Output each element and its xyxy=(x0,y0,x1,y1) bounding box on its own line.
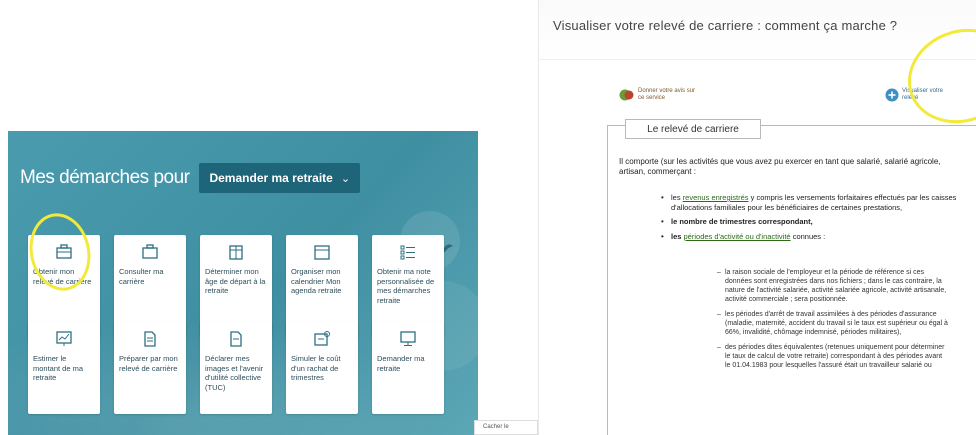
demarche-dropdown[interactable]: Demander ma retraite ⌄ xyxy=(199,163,361,193)
panel-title: Visualiser votre relevé de carriere : co… xyxy=(553,18,898,33)
list-icon xyxy=(400,245,415,260)
chart-icon xyxy=(56,331,72,346)
releve-contents-list: les revenus enregistrés y compris les ve… xyxy=(661,193,961,246)
corner-toggle[interactable]: Cacher le xyxy=(474,420,538,435)
card-label: Estimer le montant de ma retraite xyxy=(33,354,84,382)
card-label: Organiser mon calendrier Mon agenda retr… xyxy=(291,267,342,295)
list-item: des périodes dites équivalentes (retenue… xyxy=(717,343,949,370)
intro-text: Il comporte (sur les activités que vous … xyxy=(619,157,941,176)
monitor-icon xyxy=(400,331,416,346)
calendar-icon xyxy=(314,245,330,260)
card-rachat-trimestres[interactable]: Simuler le coût d'un rachat de trimestre… xyxy=(286,322,358,414)
card-label: Obtenir ma note personnalisée de mes dém… xyxy=(377,267,435,305)
list-item: les périodes d'arrêt de travail assimilé… xyxy=(717,310,949,337)
calendar-icon xyxy=(229,245,243,260)
releve-legend: Le relevé de carriere xyxy=(625,119,761,139)
settings-icon xyxy=(314,331,330,346)
card-label: Consulter ma carrière xyxy=(119,267,164,286)
mes-demarches-header: Mes démarches pour Demander ma retraite … xyxy=(20,163,361,193)
feedback-icon xyxy=(619,89,634,101)
card-demander-retraite[interactable]: Demander ma retraite xyxy=(372,322,444,414)
periodes-link[interactable]: périodes d'activité ou d'inactivité xyxy=(684,232,791,241)
chevron-down-icon: ⌄ xyxy=(340,172,351,185)
document-icon xyxy=(230,331,242,347)
plus-circle-icon xyxy=(885,88,899,102)
card-preparer-releve[interactable]: Préparer par mon relevé de carrière xyxy=(114,322,186,414)
list-item: les périodes d'activité ou d'inactivité … xyxy=(661,232,961,242)
dropdown-label: Demander ma retraite xyxy=(209,171,333,185)
mes-demarches-panel: Mes démarches pour Demander ma retraite … xyxy=(8,131,478,435)
card-label: Demander ma retraite xyxy=(377,354,425,373)
card-declarer-tuc[interactable]: Déclarer mes images et l'avenir d'utilit… xyxy=(200,322,272,414)
revenus-link[interactable]: revenus enregistrés xyxy=(683,193,749,202)
card-label: Déterminer mon âge de départ à la retrai… xyxy=(205,267,266,295)
list-item: la raison sociale de l'employeur et la p… xyxy=(717,268,949,304)
releve-explanation-panel: Visualiser votre relevé de carriere : co… xyxy=(538,0,976,435)
card-label: Simuler le coût d'un rachat de trimestre… xyxy=(291,354,341,382)
avis-link-label: Donner votre avis sur ce service xyxy=(638,88,696,101)
mes-demarches-title: Mes démarches pour xyxy=(20,167,190,188)
card-label: Préparer par mon relevé de carrière xyxy=(119,354,178,373)
list-item: les revenus enregistrés y compris les ve… xyxy=(661,193,961,212)
list-item: le nombre de trimestres correspondant, xyxy=(661,217,961,227)
briefcase-icon xyxy=(142,244,158,259)
avis-link[interactable]: Donner votre avis sur ce service xyxy=(619,88,698,102)
document-icon xyxy=(144,331,156,347)
periodes-sublist: la raison sociale de l'employeur et la p… xyxy=(717,268,949,376)
card-estimer-montant[interactable]: Estimer le montant de ma retraite xyxy=(28,322,100,414)
card-label: Déclarer mes images et l'avenir d'utilit… xyxy=(205,354,264,392)
